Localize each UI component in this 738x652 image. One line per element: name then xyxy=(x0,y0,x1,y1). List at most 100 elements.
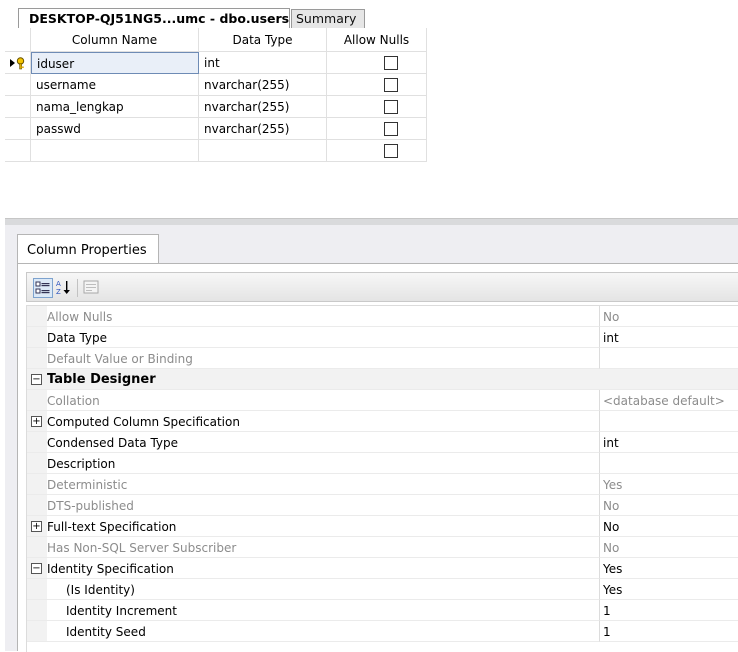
property-value[interactable] xyxy=(600,348,738,369)
property-value[interactable]: 1 xyxy=(600,621,738,642)
current-row-primary-key-icon xyxy=(9,56,29,75)
property-row[interactable]: DTS-published No xyxy=(27,495,738,516)
property-name: Identity Specification xyxy=(47,558,600,579)
allow-nulls-cell xyxy=(327,74,427,96)
property-row[interactable]: (Is Identity) Yes xyxy=(27,579,738,600)
row-selector[interactable] xyxy=(5,118,31,140)
property-value[interactable] xyxy=(600,453,738,474)
property-name: Identity Increment xyxy=(47,600,600,621)
properties-toolbar: A Z xyxy=(26,272,738,302)
property-row[interactable]: − Identity Specification Yes xyxy=(27,558,738,579)
property-name: Computed Column Specification xyxy=(47,411,600,432)
tab-column-properties[interactable]: Column Properties xyxy=(17,234,159,264)
data-type-cell[interactable] xyxy=(199,140,327,162)
property-name: DTS-published xyxy=(47,495,600,516)
column-name-header: Column Name xyxy=(31,28,199,52)
svg-text:A: A xyxy=(56,280,61,288)
allow-nulls-checkbox[interactable] xyxy=(384,122,398,136)
table-row[interactable]: iduser int xyxy=(5,52,427,74)
property-row[interactable]: + Computed Column Specification xyxy=(27,411,738,432)
property-name: Collation xyxy=(47,390,600,411)
categorized-icon[interactable] xyxy=(33,278,53,298)
property-name: Identity Seed xyxy=(47,621,600,642)
column-name-cell[interactable]: passwd xyxy=(31,118,199,140)
allow-nulls-checkbox[interactable] xyxy=(384,100,398,114)
property-name: Description xyxy=(47,453,600,474)
row-selector-header xyxy=(5,28,31,52)
collapse-icon[interactable]: − xyxy=(31,374,42,385)
column-name-cell[interactable]: nama_lengkap xyxy=(31,96,199,118)
tab-summary[interactable]: Summary xyxy=(291,9,365,28)
tab-table-designer[interactable]: DESKTOP-QJ51NG5...umc - dbo.users xyxy=(18,8,290,29)
property-value[interactable]: Yes xyxy=(600,474,738,495)
row-selector[interactable] xyxy=(5,96,31,118)
property-value[interactable]: No xyxy=(600,516,738,537)
property-name: Allow Nulls xyxy=(47,306,600,327)
property-name: Data Type xyxy=(47,327,600,348)
property-value[interactable]: Yes xyxy=(600,579,738,600)
allow-nulls-cell xyxy=(327,118,427,140)
property-row[interactable]: Collation <database default> xyxy=(27,390,738,411)
property-row[interactable]: Description xyxy=(27,453,738,474)
allow-nulls-checkbox[interactable] xyxy=(384,78,398,92)
property-row[interactable]: Identity Increment 1 xyxy=(27,600,738,621)
property-name: Condensed Data Type xyxy=(47,432,600,453)
data-type-cell[interactable]: nvarchar(255) xyxy=(199,96,327,118)
table-row[interactable]: nama_lengkap nvarchar(255) xyxy=(5,96,427,118)
table-row-new[interactable] xyxy=(5,140,427,162)
table-row[interactable]: passwd nvarchar(255) xyxy=(5,118,427,140)
property-value[interactable]: 1 xyxy=(600,600,738,621)
property-category-label: Table Designer xyxy=(47,369,738,390)
properties-panel: A Z Allow Nulls No Data Type int Default… xyxy=(17,263,738,652)
allow-nulls-cell xyxy=(327,52,427,74)
collapse-icon[interactable]: − xyxy=(31,563,42,574)
row-selector[interactable] xyxy=(5,140,31,162)
allow-nulls-cell xyxy=(327,96,427,118)
property-row[interactable]: Default Value or Binding xyxy=(27,348,738,369)
tab-summary-label: Summary xyxy=(296,11,357,26)
tab-column-properties-label: Column Properties xyxy=(27,243,147,258)
column-name-cell[interactable]: iduser xyxy=(31,52,199,74)
property-name: Default Value or Binding xyxy=(47,348,600,369)
row-selector[interactable] xyxy=(5,74,31,96)
document-tabstrip: DESKTOP-QJ51NG5...umc - dbo.users Summar… xyxy=(0,0,738,29)
allow-nulls-header: Allow Nulls xyxy=(327,28,427,52)
property-value[interactable]: Yes xyxy=(600,558,738,579)
pane-splitter[interactable] xyxy=(5,218,738,225)
property-name: Deterministic xyxy=(47,474,600,495)
property-row[interactable]: Data Type int xyxy=(27,327,738,348)
property-name: Full-text Specification xyxy=(47,516,600,537)
allow-nulls-checkbox[interactable] xyxy=(384,56,398,70)
data-type-cell[interactable]: nvarchar(255) xyxy=(199,118,327,140)
property-name: (Is Identity) xyxy=(47,579,600,600)
property-value[interactable]: <database default> xyxy=(600,390,738,411)
alphabetical-sort-icon[interactable]: A Z xyxy=(55,278,75,298)
property-row[interactable]: Allow Nulls No xyxy=(27,306,738,327)
property-value[interactable]: No xyxy=(600,537,738,558)
property-row[interactable]: Deterministic Yes xyxy=(27,474,738,495)
expand-icon[interactable]: + xyxy=(31,521,42,532)
property-row[interactable]: Has Non-SQL Server Subscriber No xyxy=(27,537,738,558)
svg-text:Z: Z xyxy=(56,288,61,296)
data-type-cell[interactable]: nvarchar(255) xyxy=(199,74,327,96)
column-name-cell[interactable]: username xyxy=(31,74,199,96)
property-category-table-designer[interactable]: − Table Designer xyxy=(27,369,738,390)
allow-nulls-checkbox[interactable] xyxy=(384,144,398,158)
column-properties-pane: Column Properties A Z Allow Nulls No Dat… xyxy=(5,225,738,652)
property-value[interactable]: int xyxy=(600,432,738,453)
allow-nulls-cell xyxy=(327,140,427,162)
property-value[interactable]: int xyxy=(600,327,738,348)
table-row[interactable]: username nvarchar(255) xyxy=(5,74,427,96)
expand-icon[interactable]: + xyxy=(31,416,42,427)
property-value[interactable]: No xyxy=(600,495,738,516)
property-row[interactable]: Identity Seed 1 xyxy=(27,621,738,642)
property-pages-icon[interactable] xyxy=(82,278,102,298)
column-name-cell[interactable] xyxy=(31,140,199,162)
property-value[interactable] xyxy=(600,411,738,432)
row-selector[interactable] xyxy=(5,52,31,74)
property-row[interactable]: + Full-text Specification No xyxy=(27,516,738,537)
property-name: Has Non-SQL Server Subscriber xyxy=(47,537,600,558)
data-type-cell[interactable]: int xyxy=(199,52,327,74)
property-value[interactable]: No xyxy=(600,306,738,327)
property-row[interactable]: Condensed Data Type int xyxy=(27,432,738,453)
